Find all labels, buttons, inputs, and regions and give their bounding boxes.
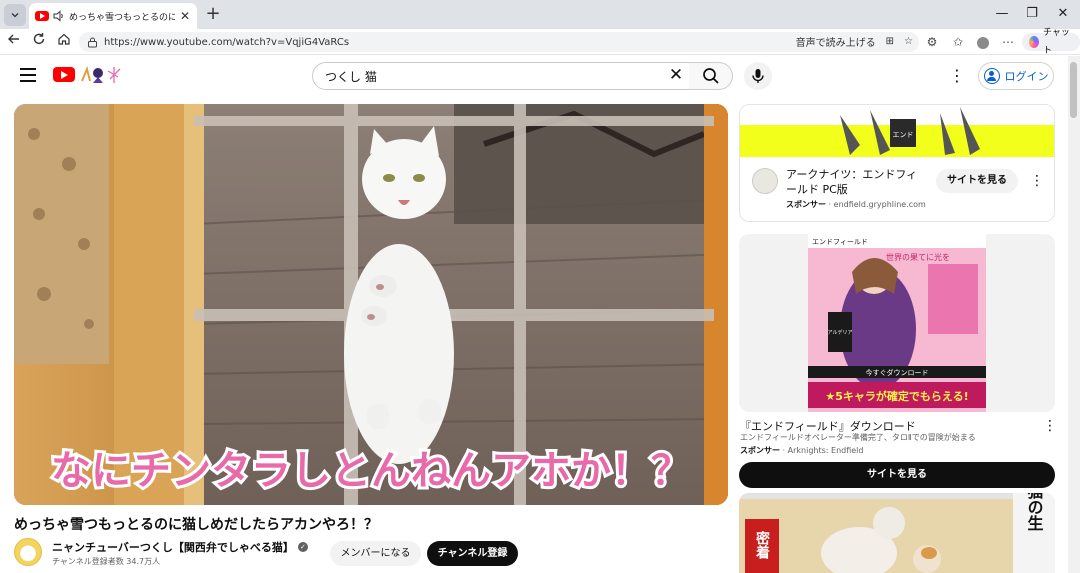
svg-text:アルデリア: アルデリア	[828, 329, 853, 336]
youtube-favicon-icon	[35, 11, 49, 21]
youtube-logo[interactable]	[53, 67, 75, 82]
video-title: めっちゃ雪つもっとるのに猫しめだしたらアカンやろ！？	[14, 517, 378, 533]
subscriber-count: チャンネル登録者数 34.7万人	[52, 557, 161, 566]
search-icon	[702, 68, 719, 84]
extensions-icon[interactable]: ⚙	[924, 34, 940, 50]
channel-name: ニャンチューバーつくし【関西弁でしゃべる猫】	[52, 541, 294, 554]
search-button[interactable]	[689, 62, 733, 90]
more-menu-icon[interactable]: ⋯	[1000, 34, 1016, 50]
verified-check-icon: ✓	[297, 542, 308, 552]
sponsored-card-2-media[interactable]: エンドフィールド 世界の果てに光を アルデリア 今すぐダウンロード ★5キャラが…	[739, 234, 1055, 412]
svg-text:世界の果てに光を: 世界の果てに光を	[886, 252, 950, 262]
youtube-header: つくし 猫 ✕ ⋮ ログイン	[0, 56, 1068, 96]
tab-list-button[interactable]	[4, 4, 26, 26]
channel-avatar[interactable]	[14, 538, 42, 566]
chevron-down-icon	[11, 13, 19, 18]
browser-toolbar: https://www.youtube.com/watch?v=VqjiG4Va…	[0, 28, 1080, 56]
ad2-visit-site-button[interactable]: サイトを見る	[739, 462, 1055, 488]
immersive-reader-icon[interactable]: ⊞	[886, 36, 894, 47]
ad2-description: エンドフィールドオペレーター準備完了、タロⅡでの冒険が始まる	[740, 433, 976, 442]
address-field[interactable]: https://www.youtube.com/watch?v=VqjiG4Va…	[79, 32, 919, 52]
doodle-logo[interactable]	[78, 65, 122, 85]
browser-tab-active[interactable]: めっちゃ雪つもっとるのに猫しめだしたらアカンやろ！？ ✕	[29, 3, 197, 29]
ad1-banner-image[interactable]: エンド	[740, 105, 1054, 157]
copilot-icon	[1029, 36, 1040, 48]
svg-text:エンドフィールド: エンドフィールド	[812, 238, 868, 246]
speaker-icon[interactable]	[53, 10, 65, 22]
settings-more-icon[interactable]: ⋮	[948, 66, 966, 86]
tab-title: めっちゃ雪つもっとるのに猫しめだしたらアカンやろ！？	[69, 12, 175, 23]
reload-icon	[33, 33, 45, 45]
signin-button[interactable]: ログイン	[978, 62, 1054, 90]
ad1-sponsor-label: スポンサー	[786, 200, 826, 209]
favorite-star-icon[interactable]: ☆	[904, 36, 913, 47]
ad2-more-icon[interactable]: ⋮	[1043, 418, 1057, 434]
voice-search-button[interactable]	[744, 62, 772, 90]
ad1-sponsor-line: スポンサー · endfield.gryphline.com	[786, 200, 926, 209]
page-scrollbar[interactable]	[1068, 56, 1080, 573]
ad1-more-icon[interactable]: ⋮	[1030, 171, 1044, 191]
url-text: https://www.youtube.com/watch?v=VqjiG4Va…	[104, 36, 350, 48]
ad2-sponsor-label: スポンサー	[740, 446, 780, 455]
copilot-chat-button[interactable]: チャット	[1022, 28, 1080, 56]
svg-text:密着: 密着	[754, 530, 771, 560]
ad1-domain: endfield.gryphline.com	[833, 200, 926, 209]
microphone-icon	[752, 69, 764, 83]
home-button[interactable]	[54, 32, 74, 52]
ad2-advertiser: Arknights: Endfield	[787, 446, 864, 455]
svg-text:エンド: エンド	[893, 131, 914, 139]
join-membership-button[interactable]: メンバーになる	[330, 541, 421, 566]
ad2-poster-image: エンドフィールド 世界の果てに光を アルデリア 今すぐダウンロード ★5キャラが…	[808, 234, 986, 412]
video-caption-overlay: なにチンタラしとんねんアホか！？	[48, 445, 694, 497]
ad2-sponsor-line: スポンサー · Arknights: Endfield	[740, 446, 864, 455]
recommended-video-thumbnail[interactable]: 密着 猫の生	[739, 493, 1055, 573]
search-input[interactable]: つくし 猫	[312, 62, 690, 90]
clear-search-icon[interactable]: ✕	[665, 64, 687, 86]
chat-label: チャット	[1043, 28, 1070, 56]
subscribe-button[interactable]: チャンネル登録	[427, 541, 518, 566]
read-aloud-button[interactable]: 音声で読み上げる	[796, 34, 876, 49]
svg-text:★5キャラが確定でもらえる!: ★5キャラが確定でもらえる!	[825, 389, 968, 403]
caption-text: なにチンタラしとんねんアホか！？	[51, 448, 691, 494]
site-info-icon[interactable]	[87, 37, 98, 48]
ad1-advertiser-avatar[interactable]	[752, 168, 778, 194]
channel-name-link[interactable]: ニャンチューバーつくし【関西弁でしゃべる猫】 ✓	[52, 539, 308, 555]
svg-text:今すぐダウンロード: 今すぐダウンロード	[866, 368, 929, 377]
home-icon	[58, 33, 70, 45]
tab-close-icon[interactable]: ✕	[179, 9, 191, 23]
svg-text:猫の生: 猫の生	[1025, 493, 1044, 531]
minimize-button[interactable]: —	[988, 4, 1016, 24]
ad1-title[interactable]: アークナイツ：エンドフィールド PC版	[786, 167, 926, 197]
browser-tabstrip: めっちゃ雪つもっとるのに猫しめだしたらアカンやろ！？ ✕ + — ❐ ✕	[0, 0, 1080, 29]
ad1-visit-site-button[interactable]: サイトを見る	[936, 169, 1018, 193]
back-button[interactable]	[4, 32, 24, 52]
reload-button[interactable]	[29, 32, 49, 52]
search-query: つくし 猫	[325, 69, 377, 84]
signin-label: ログイン	[1004, 70, 1049, 83]
scrollbar-thumb[interactable]	[1070, 62, 1077, 118]
maximize-button[interactable]: ❐	[1018, 4, 1046, 24]
sponsored-card-1[interactable]: エンド アークナイツ：エンドフィールド PC版 スポンサー · endfield…	[739, 104, 1055, 222]
profile-avatar-icon[interactable]	[975, 34, 991, 50]
close-window-button[interactable]: ✕	[1049, 4, 1077, 24]
account-icon	[983, 68, 1000, 84]
new-tab-button[interactable]: +	[203, 5, 223, 25]
arrow-left-icon	[8, 34, 19, 44]
menu-icon[interactable]	[20, 68, 36, 82]
favorites-icon[interactable]: ✩	[950, 34, 966, 50]
video-player[interactable]: なにチンタラしとんねんアホか！？	[14, 104, 728, 505]
